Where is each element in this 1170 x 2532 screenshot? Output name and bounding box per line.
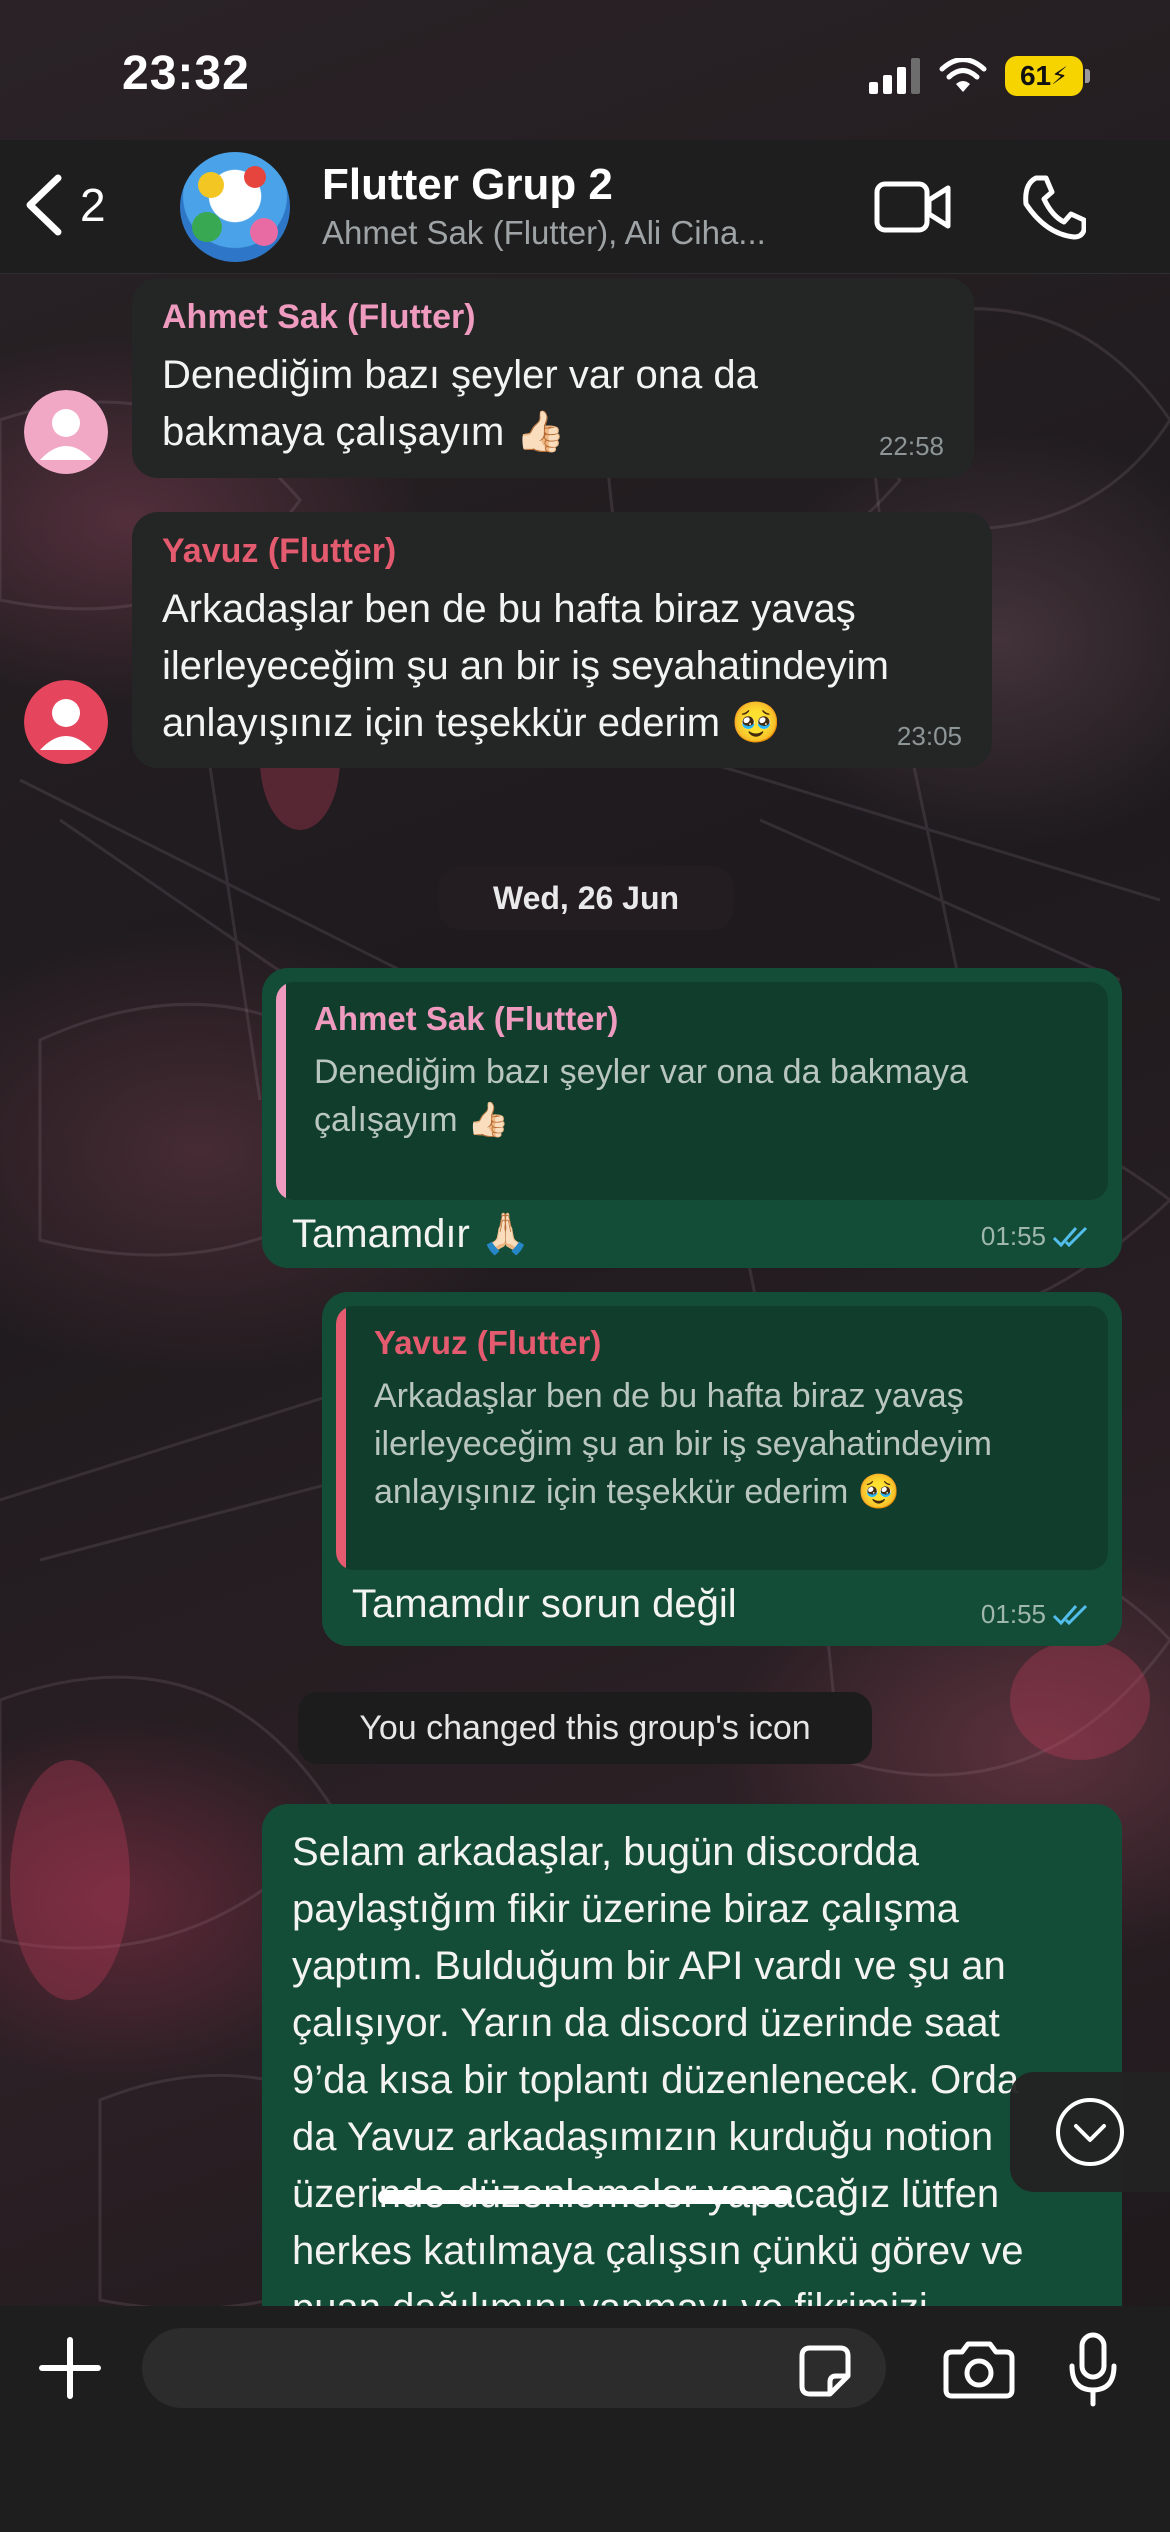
quoted-text: Denediğim bazı şeyler var ona da bakmaya… (314, 1048, 1084, 1144)
message-text-line: yaptım. Bulduğum bir API vardı ve şu an (292, 1944, 1006, 1988)
scroll-to-bottom-button[interactable] (1010, 2072, 1170, 2192)
message-sender: Ahmet Sak (Flutter) (162, 298, 476, 336)
quoted-text-line: Denediğim bazı şeyler var ona da bakmaya (314, 1053, 968, 1091)
sticker-button[interactable] (796, 2342, 854, 2405)
double-check-icon (1052, 1226, 1088, 1247)
message-time-label: 01:55 (980, 1221, 1046, 1251)
message-text-line: Arkadaşlar ben de bu hafta biraz yavaş (162, 587, 856, 631)
video-call-button[interactable] (874, 180, 952, 239)
message-text-line: Selam arkadaşlar, bugün discordda (292, 1830, 920, 1874)
message-text-line: bakmaya çalışayım 👍🏻 (162, 410, 566, 454)
sticker-icon (799, 2345, 851, 2397)
message-time-label: 23:05 (896, 721, 962, 751)
quoted-message[interactable]: Ahmet Sak (Flutter) Denediğim bazı şeyle… (276, 982, 1108, 1200)
battery-level: 61 ⚡ (1005, 56, 1083, 96)
group-members[interactable]: Ahmet Sak (Flutter), Ali Ciha... (322, 214, 766, 252)
camera-button[interactable] (942, 2340, 1016, 2405)
system-message: You changed this group's icon (298, 1692, 872, 1764)
battery-indicator: 61 ⚡ (1005, 56, 1090, 96)
message-text: Denediğim bazı şeyler var ona da bakmaya… (162, 347, 944, 461)
message-time: 23:05 (897, 721, 962, 752)
video-camera-icon (874, 181, 951, 233)
quoted-message[interactable]: Yavuz (Flutter) Arkadaşlar ben de bu haf… (336, 1306, 1108, 1570)
quoted-sender: Yavuz (Flutter) (374, 1324, 602, 1361)
quoted-text-line: çalışayım 👍🏻 (314, 1101, 510, 1139)
group-avatar[interactable] (180, 152, 290, 262)
voice-call-button[interactable] (1022, 174, 1087, 245)
status-icons: 61 ⚡ (869, 56, 1090, 96)
message-bubble[interactable]: Yavuz (Flutter) Arkadaşlar ben de bu haf… (132, 512, 992, 768)
wifi-icon (939, 58, 987, 92)
cellular-signal-icon (869, 58, 920, 94)
date-divider: Wed, 26 Jun (438, 866, 734, 930)
attach-button[interactable] (36, 2334, 104, 2407)
message-text-line: anlayışınız için teşekkür ederim 🥹 (162, 701, 781, 745)
composer-bar (0, 2306, 1170, 2532)
camera-icon (943, 2341, 1015, 2399)
battery-tip (1085, 69, 1090, 83)
message-text: Arkadaşlar ben de bu hafta biraz yavaş i… (162, 581, 962, 752)
message-time-label: 01:55 (980, 1599, 1046, 1629)
message-sender: Yavuz (Flutter) (162, 532, 397, 570)
quoted-text-line: Arkadaşlar ben de bu hafta biraz yavaş (374, 1377, 964, 1415)
home-indicator[interactable] (378, 2190, 792, 2204)
message-text-line: da Yavuz arkadaşımızın kurduğu notion (292, 2115, 994, 2159)
message-time: 01:55 (981, 1599, 1092, 1630)
sender-avatar[interactable] (24, 390, 108, 474)
unread-count: 2 (80, 179, 106, 231)
message-text-line: 9’da kısa bir toplantı düzenlenecek. Ord… (292, 2058, 1020, 2102)
message-bubble[interactable]: Ahmet Sak (Flutter) Denediğim bazı şeyle… (132, 278, 974, 478)
default-avatar-icon (24, 680, 108, 764)
message-time-label: 22:58 (878, 431, 944, 461)
message-text-line: Denediğim bazı şeyler var ona da (162, 353, 758, 397)
quoted-text: Arkadaşlar ben de bu hafta biraz yavaş i… (374, 1372, 1084, 1516)
chevron-left-icon (26, 174, 62, 236)
microphone-button[interactable] (1068, 2332, 1118, 2413)
chat-header: 2 Flutter Grup 2 Ahmet Sak (Flutter), Al… (0, 140, 1170, 274)
status-time: 23:32 (122, 47, 250, 100)
message-text: Selam arkadaşlar, bugün discordda paylaş… (292, 1824, 1092, 2337)
message-time: 01:55 (981, 1221, 1092, 1252)
charging-bolt-icon: ⚡ (1051, 62, 1068, 90)
message-time: 22:58 (879, 431, 944, 462)
sender-avatar[interactable] (24, 680, 108, 764)
battery-percent: 61 (1019, 60, 1052, 91)
microphone-icon (1069, 2332, 1117, 2407)
message-bubble[interactable]: Selam arkadaşlar, bugün discordda paylaş… (262, 1804, 1122, 2364)
message-text-line: çalışıyor. Yarın da discord üzerinde saa… (292, 2001, 1000, 2045)
back-button[interactable]: 2 (22, 170, 106, 240)
quoted-text-line: anlayışınız için teşekkür ederim 🥹 (374, 1473, 901, 1511)
message-text-line: herkes katılmaya çalışsın çünkü görev ve (292, 2229, 1024, 2273)
default-avatar-icon (24, 390, 108, 474)
double-check-icon (1052, 1604, 1088, 1625)
message-text-line: ilerleyeceğim şu an bir iş seyahatindeyi… (162, 644, 889, 688)
quoted-sender: Ahmet Sak (Flutter) (314, 1000, 619, 1037)
status-bar: 23:32 61 ⚡ (0, 0, 1170, 140)
chat-area[interactable]: Ahmet Sak (Flutter) Denediğim bazı şeyle… (0, 274, 1170, 2364)
group-title[interactable]: Flutter Grup 2 (322, 160, 613, 210)
message-input[interactable] (142, 2328, 886, 2408)
reply-bubble[interactable]: Yavuz (Flutter) Arkadaşlar ben de bu haf… (322, 1292, 1122, 1646)
chevron-down-icon (1056, 2098, 1124, 2166)
reply-bubble[interactable]: Ahmet Sak (Flutter) Denediğim bazı şeyle… (262, 968, 1122, 1268)
quoted-text-line: ilerleyeceğim şu an bir iş seyahatindeyi… (374, 1425, 992, 1463)
message-text-line: paylaştığım fikir üzerine biraz çalışma (292, 1887, 959, 1931)
plus-icon (39, 2337, 101, 2399)
phone-icon (1023, 175, 1087, 240)
